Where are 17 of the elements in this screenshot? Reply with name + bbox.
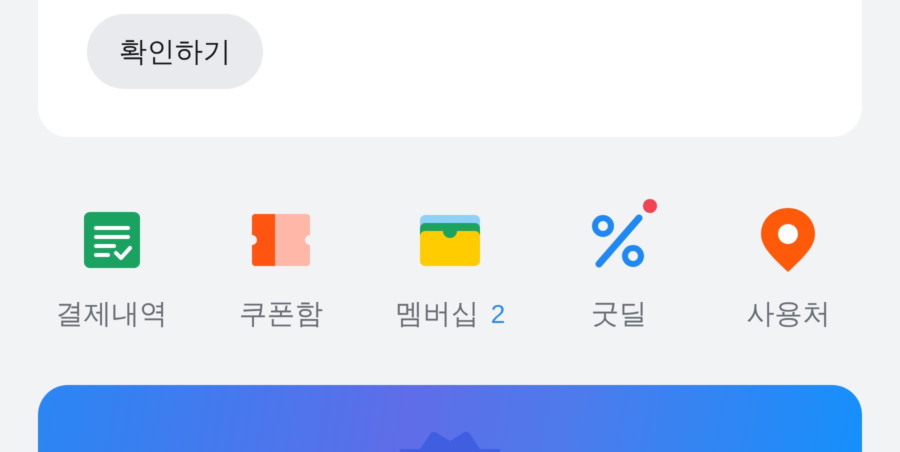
shortcut-label: 멤버십 xyxy=(394,297,479,331)
shortcut-button[interactable]: 멤버십 2 xyxy=(365,195,535,335)
confirm-button[interactable]: 확인하기 xyxy=(87,14,263,89)
shortcut-label: 쿠폰함 xyxy=(238,297,323,331)
shortcut-button[interactable]: 굿딜 xyxy=(534,195,704,335)
count-label: 2 xyxy=(490,298,506,330)
shortcut-label: 굿딜 xyxy=(591,297,648,331)
shortcut-label: 사용처 xyxy=(746,297,830,331)
shortcut-button[interactable]: 사용처 xyxy=(704,195,873,335)
shortcut-label: 결제내역 xyxy=(56,297,168,331)
shortcut-button[interactable]: 결제내역 xyxy=(27,195,196,335)
crown-icon xyxy=(400,432,500,452)
wallet-icon xyxy=(418,214,481,266)
coupon-icon xyxy=(250,213,311,267)
receipt-icon xyxy=(82,211,141,269)
shortcut-button[interactable]: 쿠폰함 xyxy=(196,195,366,335)
location-pin-icon xyxy=(760,207,816,273)
